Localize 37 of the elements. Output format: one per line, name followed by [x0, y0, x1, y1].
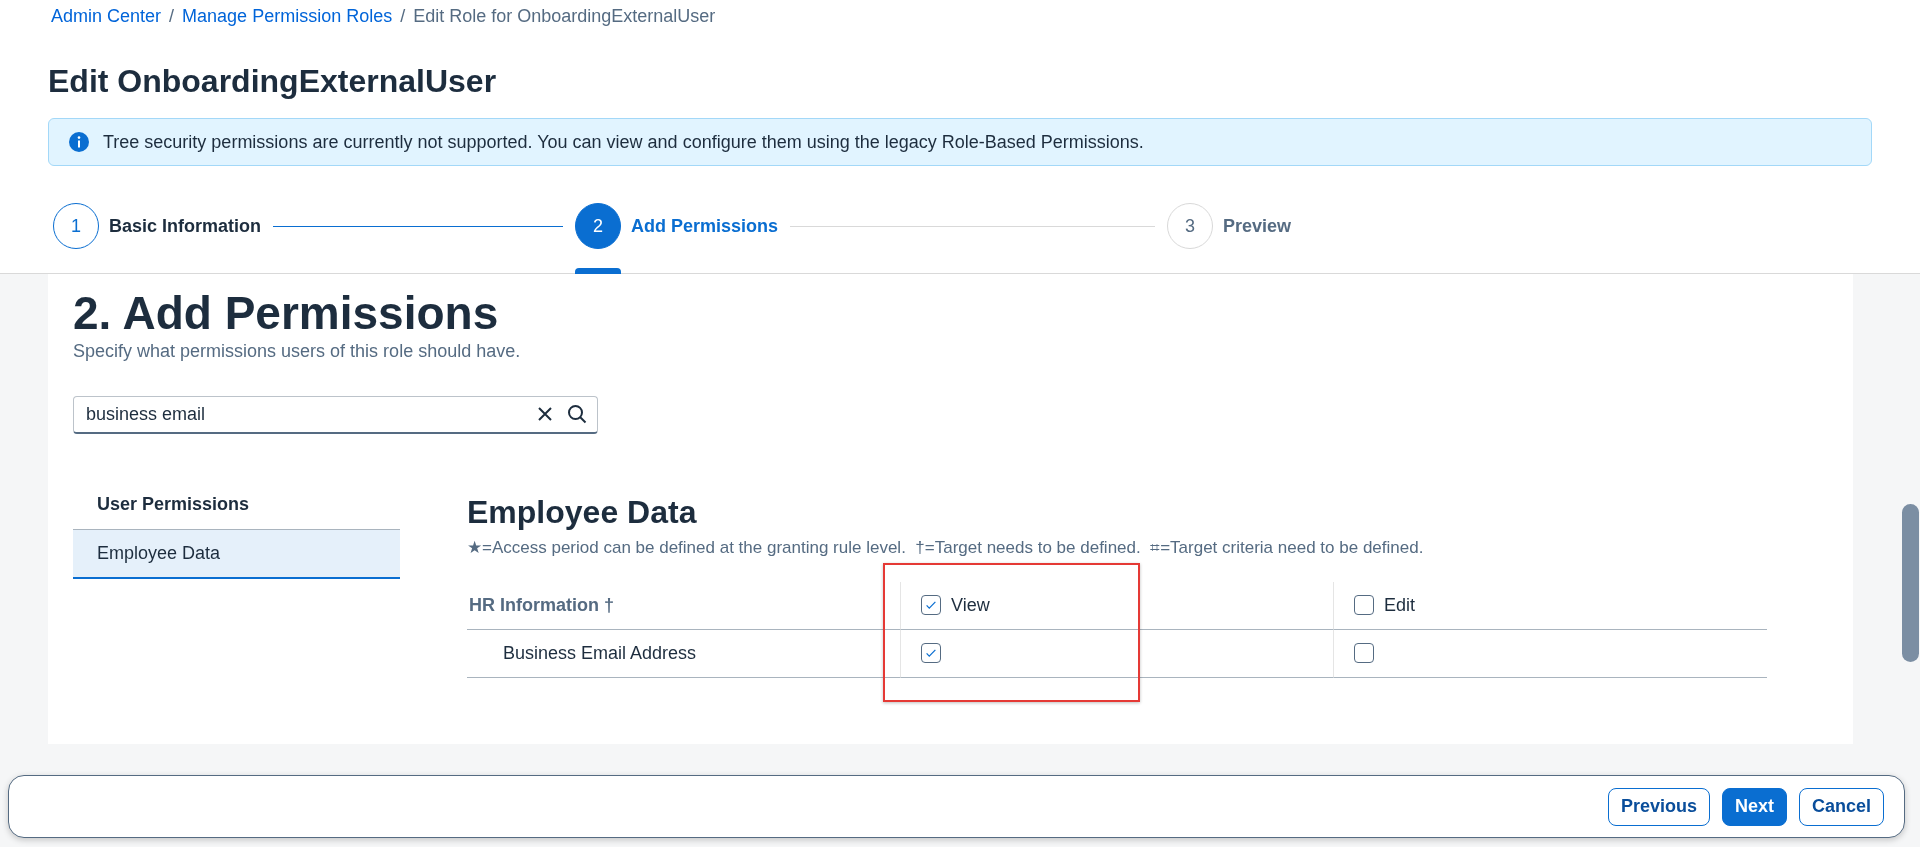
checkbox[interactable] [1354, 643, 1374, 664]
checkbox[interactable] [921, 595, 941, 616]
breadcrumb-current: Edit Role for OnboardingExternalUser [413, 6, 716, 27]
nav-item[interactable]: Employee Data [73, 528, 400, 579]
info-icon [69, 132, 89, 152]
group-header: HR Information † [469, 594, 614, 616]
current-step-indicator [575, 268, 622, 274]
clear-icon[interactable] [537, 406, 553, 423]
footer-button[interactable]: Next [1721, 787, 1787, 826]
breadcrumb-link[interactable]: Manage Permission Roles [182, 6, 393, 27]
scrollbar-thumb[interactable] [1902, 504, 1919, 662]
section-subtitle: Specify what permissions users of this role should have. [73, 340, 522, 362]
breadcrumb-separator: / [169, 6, 175, 27]
step-label[interactable]: Preview [1223, 215, 1292, 237]
step-number[interactable]: 1 [53, 203, 99, 249]
legend-text: ★=Access period can be defined at the granting rule level. †=Target needs to be defined. ⌗=Target criteria need to be defined. [467, 536, 1425, 558]
step-number[interactable]: 2 [575, 203, 622, 249]
footer-button[interactable]: Cancel [1798, 787, 1884, 826]
step-label[interactable]: Add Permissions [631, 215, 779, 237]
footer-button[interactable]: Previous [1607, 787, 1710, 826]
step-label[interactable]: Basic Information [109, 215, 262, 237]
step-number[interactable]: 3 [1167, 203, 1214, 249]
breadcrumb-link[interactable]: Admin Center [51, 6, 162, 27]
permission-label: Business Email Address [503, 642, 697, 664]
page-title: Edit OnboardingExternalUser [48, 63, 498, 100]
checkbox[interactable] [1354, 595, 1374, 616]
breadcrumb-separator: / [400, 6, 406, 27]
checkbox[interactable] [921, 643, 941, 664]
section-title: 2. Add Permissions [73, 288, 500, 339]
search-input[interactable]: business email [84, 402, 523, 426]
info-message: Tree security permissions are currently not supported. You can view and configure them using the legacy Role-Based Permissions. [103, 131, 1144, 153]
nav-heading: User Permissions [96, 492, 251, 516]
column-label: View [951, 594, 990, 616]
permissions-title: Employee Data [467, 493, 698, 531]
search-icon[interactable] [567, 404, 587, 425]
search-field[interactable]: business email [73, 395, 598, 434]
column-label: Edit [1384, 594, 1416, 616]
